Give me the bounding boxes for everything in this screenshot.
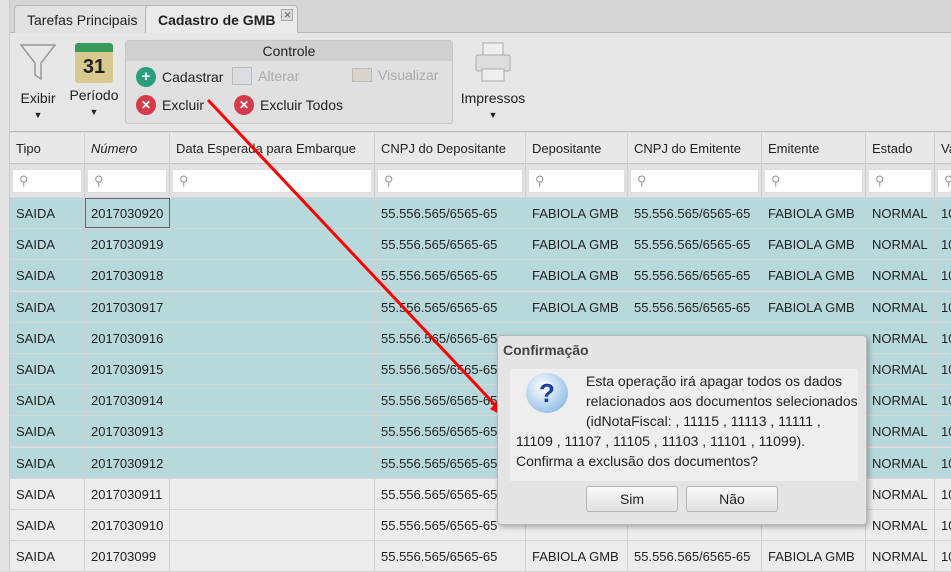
confirmation-dialog: Confirmação ? Esta operação irá apagar t…	[497, 335, 867, 525]
dialog-body: ? Esta operação irá apagar todos os dado…	[510, 369, 858, 481]
nao-button[interactable]: Não	[686, 486, 778, 512]
question-icon: ?	[526, 373, 568, 413]
sim-button[interactable]: Sim	[586, 486, 678, 512]
dialog-title: Confirmação	[503, 342, 589, 358]
